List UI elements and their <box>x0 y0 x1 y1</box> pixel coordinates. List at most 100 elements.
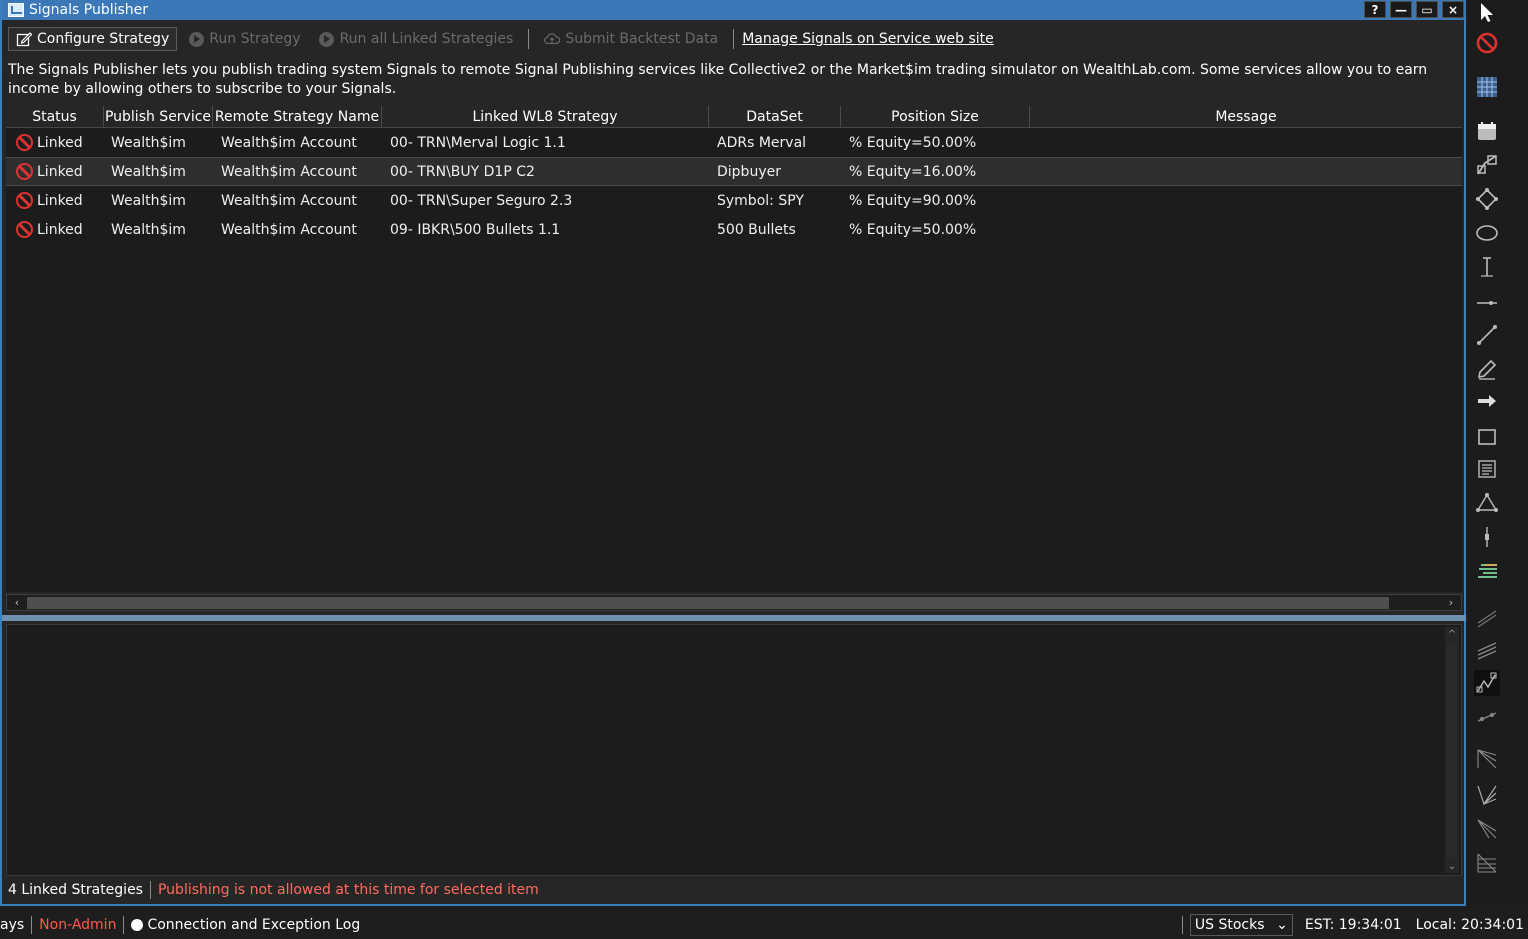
status-partial-text: ays <box>0 916 25 933</box>
grid-body: Linked Wealth$im Wealth$im Account 00- TRN\… <box>6 128 1462 244</box>
run-strategy-button[interactable]: Run Strategy <box>181 27 307 51</box>
linked-strategy-cell: 09- IBKR\500 Bullets 1.1 <box>390 221 561 238</box>
blocked-icon <box>16 163 33 180</box>
scroll-right-icon[interactable]: › <box>1443 595 1459 610</box>
maximize-button[interactable]: ▭ <box>1416 1 1438 18</box>
fan3-icon[interactable] <box>1474 816 1500 842</box>
linked-strategy-cell: 00- TRN\Merval Logic 1.1 <box>390 134 566 151</box>
app-icon <box>8 3 24 17</box>
scrollbar-thumb[interactable] <box>27 597 1389 609</box>
configure-strategy-button[interactable]: Configure Strategy <box>8 27 178 51</box>
bars-icon[interactable] <box>1474 558 1500 584</box>
status-text: Linked <box>37 221 83 238</box>
triangle-icon[interactable] <box>1474 490 1500 516</box>
blocked-icon <box>16 221 33 238</box>
node-icon[interactable] <box>1474 186 1500 212</box>
market-select[interactable]: US Stocks ⌄ <box>1189 913 1293 936</box>
chevron-down-icon: ⌄ <box>1276 916 1288 933</box>
signals-grid[interactable]: Status Publish Service Remote Strategy N… <box>6 106 1462 592</box>
position-size-cell: % Equity=90.00% <box>849 192 977 209</box>
ellipse-icon[interactable] <box>1474 220 1500 246</box>
service-cell: Wealth$im <box>111 221 186 238</box>
run-all-icon <box>319 31 335 47</box>
header-publish-service[interactable]: Publish Service <box>104 106 213 128</box>
arrow-icon[interactable] <box>1474 388 1500 414</box>
fib-icon[interactable] <box>1474 152 1500 178</box>
position-size-cell: % Equity=50.00% <box>849 134 977 151</box>
fan4-icon[interactable] <box>1474 850 1500 876</box>
vertical-line-icon[interactable] <box>1474 254 1500 280</box>
table-row[interactable]: Linked Wealth$im Wealth$im Account 00- TRN\… <box>6 157 1462 186</box>
window-title: Signals Publisher <box>29 2 149 18</box>
toolbar: Configure Strategy Run Strategy Run all … <box>2 24 1466 54</box>
scroll-left-icon[interactable]: ‹ <box>9 595 25 610</box>
submit-backtest-button[interactable]: Submit Backtest Data <box>537 27 725 51</box>
dataset-cell: 500 Bullets <box>717 221 796 238</box>
non-admin-indicator: Non-Admin <box>39 916 117 933</box>
status-cell: Linked <box>6 134 104 151</box>
trend-line-icon[interactable] <box>1474 322 1500 348</box>
log-panel[interactable]: ^ ⌄ <box>6 624 1462 876</box>
status-separator <box>149 881 151 899</box>
rectangle-icon[interactable] <box>1474 424 1500 450</box>
service-cell: Wealth$im <box>111 134 186 151</box>
service-cell: Wealth$im <box>111 192 186 209</box>
header-message[interactable]: Message <box>1030 106 1462 128</box>
no-entry-icon[interactable] <box>1474 30 1500 56</box>
fan-icon[interactable] <box>1474 746 1500 772</box>
scrollbar-thumb[interactable] <box>1447 645 1457 857</box>
close-button[interactable]: × <box>1442 1 1464 18</box>
position-size-cell: % Equity=50.00% <box>849 221 977 238</box>
horizontal-line-icon[interactable] <box>1474 290 1500 316</box>
window-status-bar: 4 Linked Strategies Publishing is not al… <box>6 879 1462 901</box>
scroll-down-icon[interactable]: ⌄ <box>1445 859 1459 873</box>
blocked-icon <box>16 192 33 209</box>
configure-strategy-label: Configure Strategy <box>37 31 170 47</box>
fan2-icon[interactable] <box>1474 782 1500 808</box>
panel-splitter[interactable] <box>2 615 1466 621</box>
manage-signals-link[interactable]: Manage Signals on Service web site <box>742 31 994 47</box>
toolbar-separator <box>733 29 735 49</box>
dataset-cell: ADRs Merval <box>717 134 807 151</box>
text-icon[interactable] <box>1474 456 1500 482</box>
table-row[interactable]: Linked Wealth$im Wealth$im Account 00- TRN\… <box>6 186 1462 215</box>
linked-strategy-cell: 00- TRN\BUY D1P C2 <box>390 163 535 180</box>
header-status[interactable]: Status <box>6 106 104 128</box>
status-cell: Linked <box>6 221 104 238</box>
grid-icon[interactable] <box>1474 74 1500 100</box>
title-bar[interactable]: Signals Publisher ? — ▭ × <box>2 0 1466 20</box>
calendar-icon[interactable] <box>1474 118 1500 144</box>
local-clock: Local: 20:34:01 <box>1415 916 1524 933</box>
candle-icon[interactable] <box>1474 524 1500 550</box>
status-separator <box>31 915 33 934</box>
pattern-icon[interactable] <box>1474 670 1500 696</box>
help-button[interactable]: ? <box>1364 1 1386 18</box>
channel-icon[interactable] <box>1474 636 1500 662</box>
pointer-icon[interactable] <box>1474 0 1500 26</box>
vertical-scrollbar[interactable]: ^ ⌄ <box>1445 627 1459 873</box>
header-dataset[interactable]: DataSet <box>709 106 841 128</box>
run-all-linked-button[interactable]: Run all Linked Strategies <box>312 27 521 51</box>
status-separator <box>1181 915 1183 934</box>
status-text: Linked <box>37 134 83 151</box>
linked-count: 4 Linked Strategies <box>8 882 143 898</box>
ray-icon[interactable] <box>1474 704 1500 730</box>
toolbar-separator <box>528 29 530 49</box>
pencil-icon[interactable] <box>1474 356 1500 382</box>
cloud-upload-icon <box>544 31 561 47</box>
minimize-button[interactable]: — <box>1390 1 1412 18</box>
connection-log-link[interactable]: Connection and Exception Log <box>147 917 360 933</box>
remote-strategy-cell: Wealth$im Account <box>221 134 357 151</box>
line-study-icon[interactable] <box>1474 604 1500 630</box>
header-remote-strategy[interactable]: Remote Strategy Name <box>213 106 382 128</box>
horizontal-scrollbar[interactable]: ‹ › <box>6 594 1462 611</box>
header-linked-strategy[interactable]: Linked WL8 Strategy <box>382 106 709 128</box>
remote-strategy-cell: Wealth$im Account <box>221 221 357 238</box>
description-text: The Signals Publisher lets you publish t… <box>8 62 1428 97</box>
table-row[interactable]: Linked Wealth$im Wealth$im Account 09- IBKR… <box>6 215 1462 244</box>
scroll-up-icon[interactable]: ^ <box>1445 627 1459 641</box>
run-icon <box>188 31 204 47</box>
header-position-size[interactable]: Position Size <box>841 106 1030 128</box>
table-row[interactable]: Linked Wealth$im Wealth$im Account 00- TRN\… <box>6 128 1462 157</box>
submit-backtest-label: Submit Backtest Data <box>565 31 719 47</box>
